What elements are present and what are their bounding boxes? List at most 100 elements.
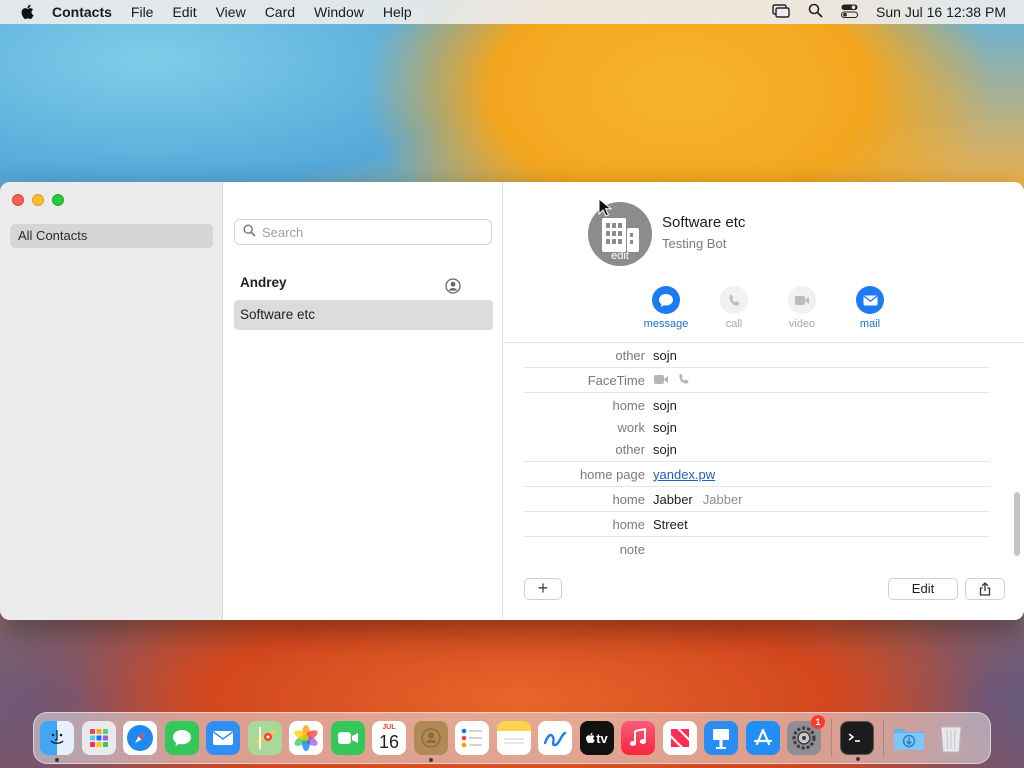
field-value[interactable]: sojn [653, 420, 677, 435]
message-icon [652, 286, 680, 314]
search-input[interactable] [262, 224, 482, 240]
field-work-email[interactable]: work sojn [524, 416, 990, 438]
call-action[interactable]: call [700, 286, 768, 330]
dock-separator [830, 719, 832, 757]
field-separator [524, 536, 990, 537]
field-other-phone[interactable]: other sojn [524, 344, 990, 366]
contact-detail-pane: edit Software etc Testing Bot message ca… [504, 182, 1024, 620]
field-label: work [617, 419, 645, 435]
field-value[interactable]: Street [653, 517, 688, 532]
field-label: home [612, 516, 645, 532]
close-window-button[interactable] [12, 194, 24, 206]
field-label: note [619, 541, 645, 557]
edit-button[interactable]: Edit [888, 578, 958, 600]
photos-icon[interactable] [289, 721, 323, 755]
apple-tv-label: tv [596, 730, 608, 746]
control-center-icon[interactable] [841, 4, 859, 21]
field-home-page[interactable]: home page yandex.pw [524, 463, 990, 485]
music-icon[interactable] [621, 721, 655, 755]
mail-label: mail [859, 318, 881, 330]
add-field-button[interactable]: + [524, 578, 562, 600]
field-separator [524, 392, 990, 393]
facetime-icon[interactable] [330, 721, 365, 755]
downloads-folder-icon[interactable] [892, 721, 926, 755]
field-label: home [612, 491, 645, 507]
field-value[interactable]: sojn [653, 398, 677, 413]
message-label: message [643, 318, 689, 330]
field-label: other [615, 347, 645, 363]
running-indicator [428, 758, 433, 762]
field-value[interactable]: sojn [653, 348, 677, 363]
app-store-icon[interactable] [745, 721, 780, 755]
mail-icon[interactable] [206, 721, 240, 755]
field-value[interactable]: Jabber [653, 492, 693, 507]
homepage-link[interactable]: yandex.pw [653, 467, 715, 482]
avatar-edit-label[interactable]: edit [588, 250, 652, 262]
mail-action[interactable]: mail [836, 286, 904, 330]
field-note[interactable]: note [524, 538, 990, 560]
calendar-month: JUL [382, 724, 396, 731]
news-icon[interactable] [662, 721, 697, 755]
contact-row-andrey[interactable]: Andrey [234, 268, 493, 298]
field-separator [524, 486, 990, 487]
facetime-audio-icon[interactable] [678, 373, 690, 388]
field-value[interactable]: sojn [653, 442, 677, 457]
notes-icon[interactable] [496, 721, 531, 755]
sidebar-item-all-contacts[interactable]: All Contacts [10, 224, 213, 248]
menu-clock[interactable]: Sun Jul 16 12:38 PM [876, 4, 1006, 20]
field-separator [524, 367, 990, 368]
minimize-window-button[interactable] [32, 194, 44, 206]
field-instant-message[interactable]: home Jabber Jabber [524, 488, 990, 510]
keynote-icon[interactable] [704, 721, 738, 755]
contact-actions: message call video mail [632, 286, 904, 330]
trash-icon[interactable] [934, 721, 968, 755]
field-other-email[interactable]: other sojn [524, 438, 990, 460]
share-button[interactable] [965, 578, 1005, 600]
running-indicator [55, 758, 59, 762]
field-label: home page [579, 466, 645, 482]
facetime-video-icon[interactable] [653, 373, 669, 388]
menu-help[interactable]: Help [383, 4, 412, 20]
menu-window[interactable]: Window [314, 4, 364, 20]
apple-menu-icon[interactable] [18, 3, 36, 21]
envelope-icon [856, 286, 884, 314]
terminal-icon[interactable] [839, 721, 874, 761]
groups-sidebar: All Contacts [0, 182, 223, 620]
menu-edit[interactable]: Edit [172, 4, 196, 20]
share-icon [979, 582, 991, 596]
search-field[interactable] [234, 219, 492, 245]
menu-file[interactable]: File [131, 4, 154, 20]
safari-icon[interactable] [123, 721, 157, 755]
screen-mirroring-icon[interactable] [772, 3, 790, 21]
message-action[interactable]: message [632, 286, 700, 330]
reminders-icon[interactable] [455, 721, 489, 755]
contacts-app-icon[interactable] [413, 721, 448, 762]
contact-name: Software etc [240, 307, 316, 322]
apple-tv-icon[interactable]: tv [579, 721, 614, 755]
im-service: Jabber [702, 491, 743, 507]
dock-separator [883, 719, 884, 757]
video-action[interactable]: video [768, 286, 836, 330]
calendar-day: 16 [378, 732, 400, 752]
system-settings-icon[interactable]: 1 [787, 715, 825, 755]
field-home-email[interactable]: home sojn [524, 394, 990, 416]
call-label: call [725, 318, 743, 330]
launchpad-icon[interactable] [81, 721, 116, 755]
calendar-icon[interactable]: JUL 16 [372, 721, 406, 755]
contact-name: Andrey [240, 275, 287, 290]
freeform-icon[interactable] [538, 721, 572, 755]
spotlight-search-icon[interactable] [808, 3, 823, 21]
messages-icon[interactable] [164, 721, 199, 755]
menu-view[interactable]: View [216, 4, 246, 20]
contact-company: Testing Bot [662, 236, 727, 251]
maps-icon[interactable] [247, 721, 282, 755]
menu-card[interactable]: Card [265, 4, 295, 20]
menu-app-name[interactable]: Contacts [52, 4, 112, 20]
field-facetime[interactable]: FaceTime [524, 369, 990, 391]
menu-bar: Contacts File Edit View Card Window Help… [0, 0, 1024, 24]
finder-icon[interactable] [40, 721, 74, 762]
contact-row-software-etc[interactable]: Software etc [234, 300, 493, 330]
field-address[interactable]: home Street [524, 513, 990, 535]
detail-scrollbar[interactable] [1014, 492, 1020, 556]
zoom-window-button[interactable] [52, 194, 64, 206]
